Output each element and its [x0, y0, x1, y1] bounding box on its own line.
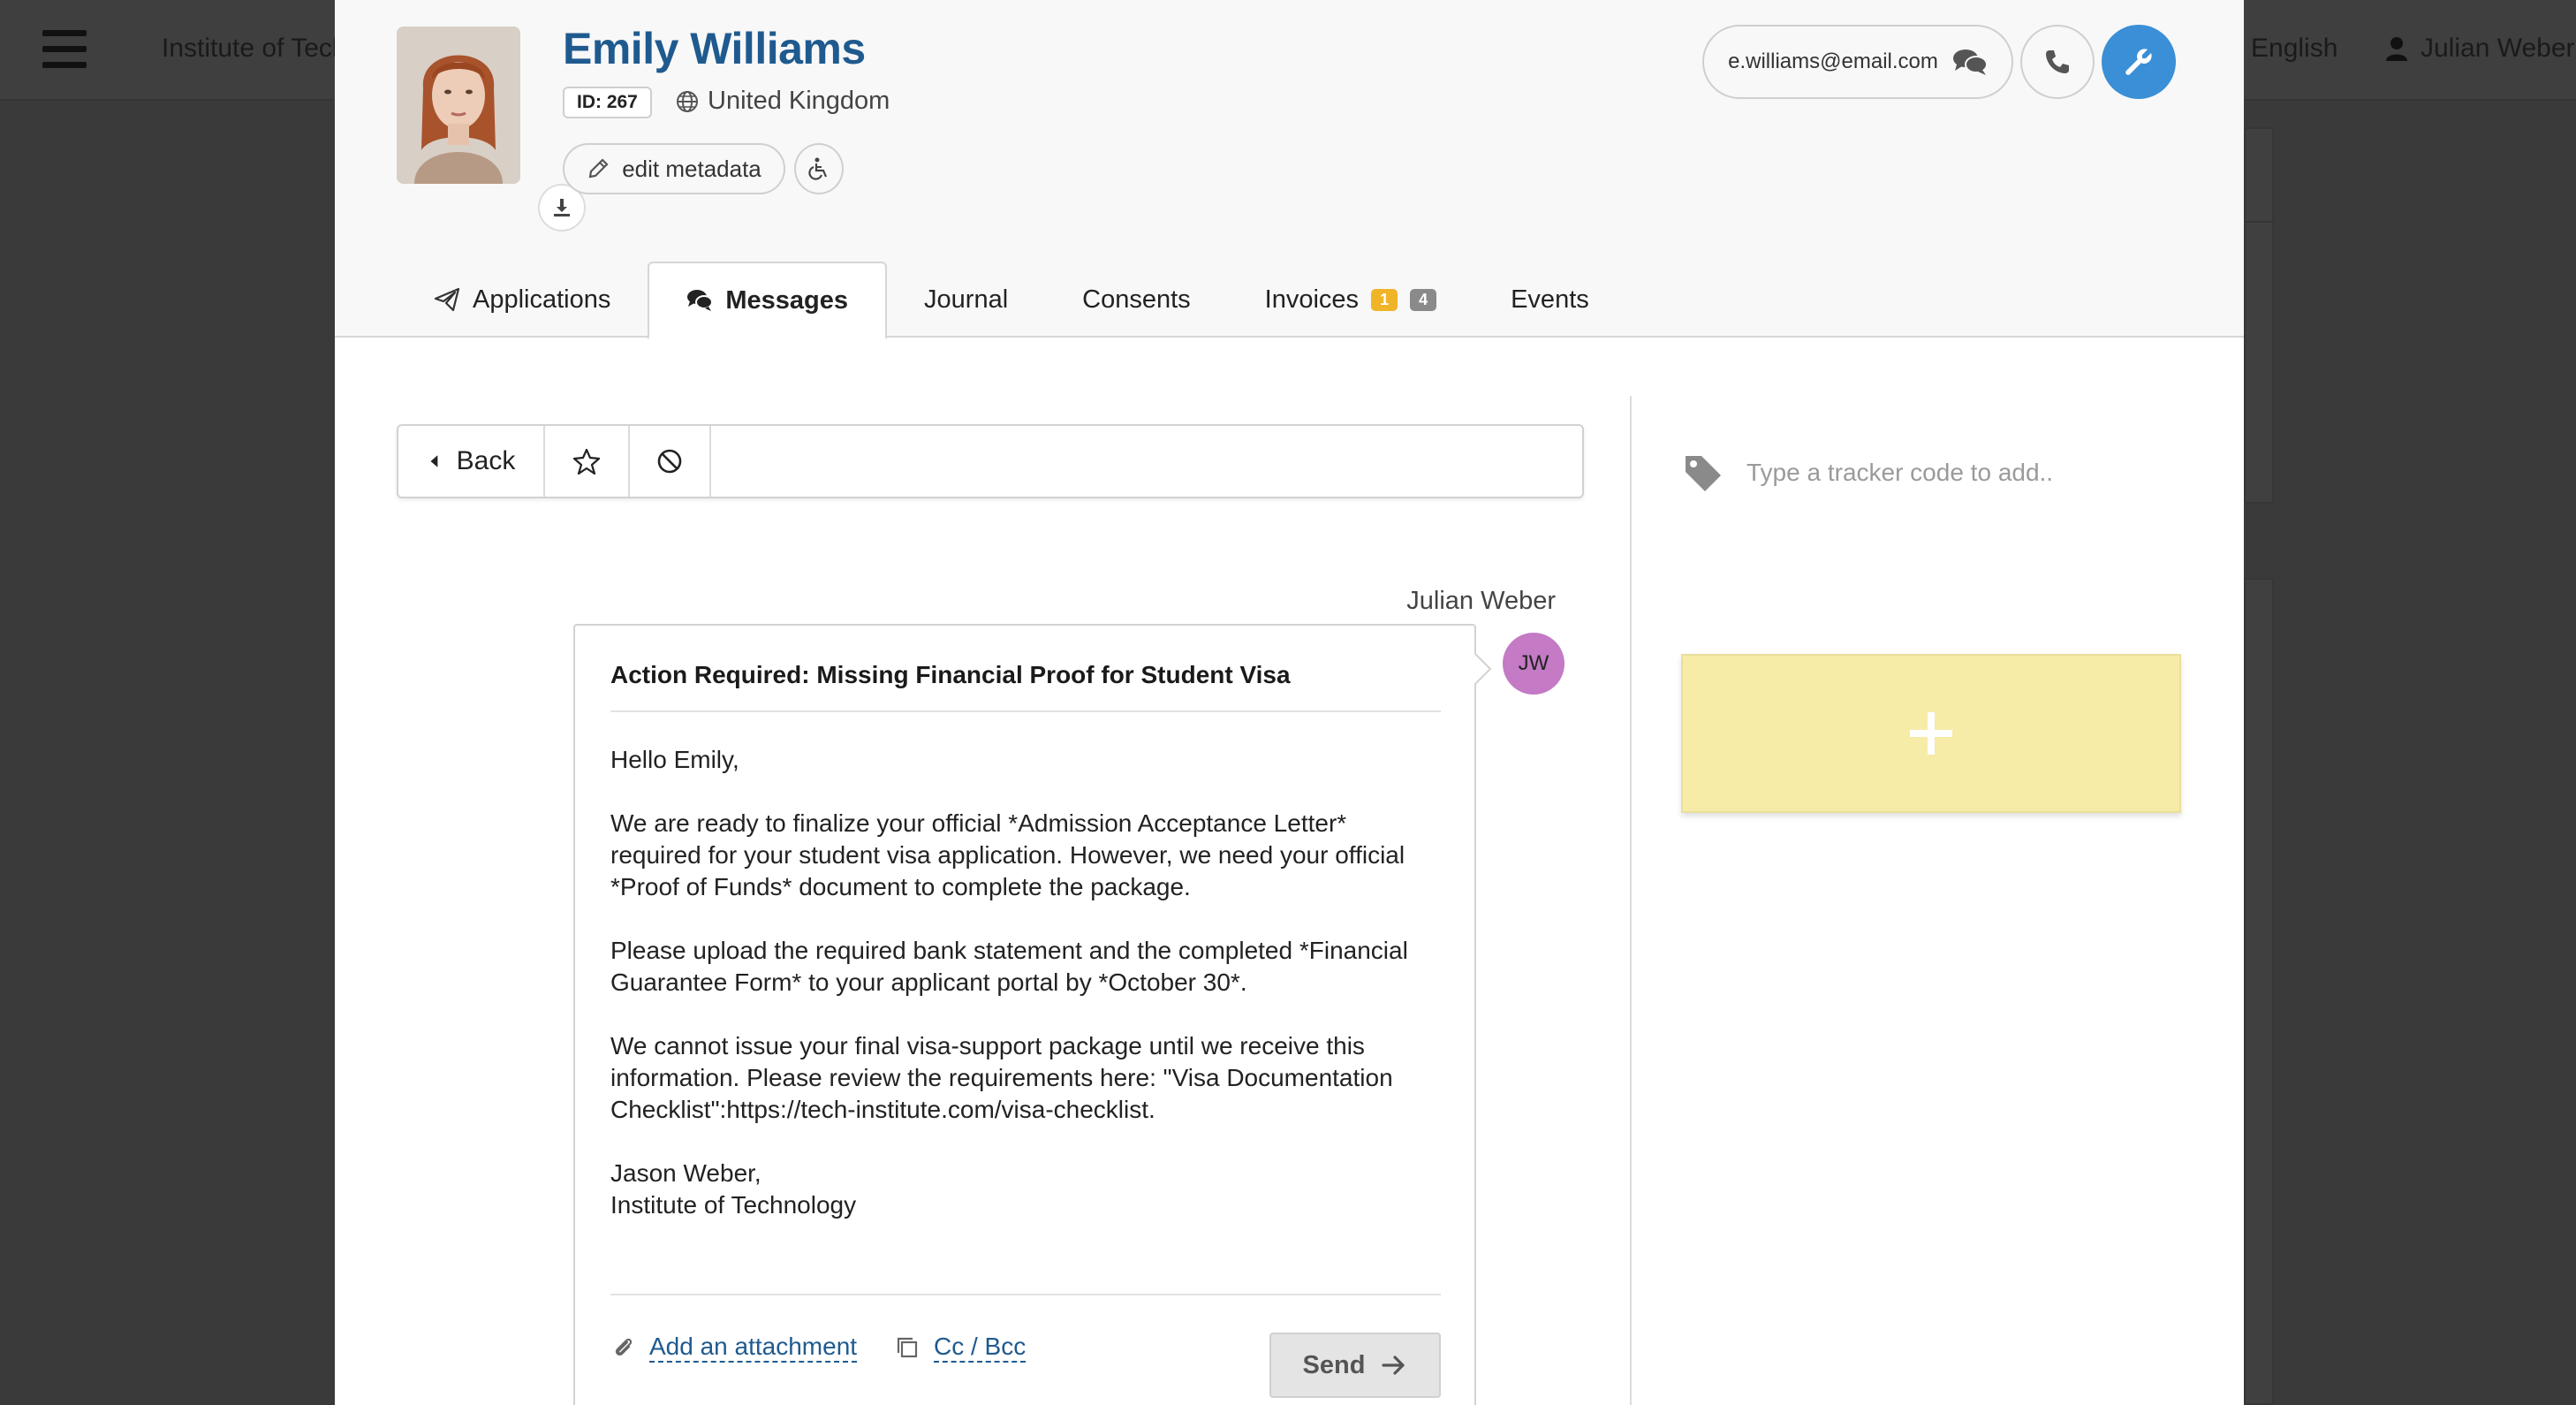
send-button[interactable]: Send [1269, 1333, 1441, 1398]
invoice-count-badge: 1 [1371, 288, 1398, 311]
invoice-count-badge: 4 [1410, 288, 1437, 311]
tab-label: Messages [725, 285, 849, 315]
edit-metadata-label: edit metadata [622, 155, 761, 182]
tracker-code-field [1683, 452, 2241, 493]
block-button[interactable] [630, 426, 711, 497]
hamburger-menu-icon [42, 30, 87, 69]
background-user: Julian Weber [2385, 34, 2575, 64]
paperclip-icon [615, 1338, 633, 1356]
background-user-name: Julian Weber [2421, 34, 2575, 63]
attachment-label: Add an attachment [649, 1333, 858, 1363]
message-paragraph: We cannot issue your final visa-support … [610, 1032, 1393, 1123]
phone-button[interactable] [2020, 25, 2095, 99]
avatar [397, 27, 520, 184]
add-attachment-link[interactable]: Add an attachment [610, 1333, 858, 1363]
divider [610, 1294, 1441, 1295]
signature-org: Institute of Technology [610, 1191, 857, 1219]
background-panel [2244, 127, 2274, 224]
pencil-icon [588, 158, 609, 178]
tab-events[interactable]: Events [1474, 262, 1626, 338]
tag-icon [1686, 456, 1721, 491]
profile-tabs: Applications Messages Journal Consents I… [397, 262, 1626, 339]
column-divider [1630, 396, 1632, 1405]
sender-avatar: JW [1503, 633, 1565, 695]
tab-label: Consents [1082, 285, 1191, 314]
wheelchair-icon [808, 157, 828, 180]
tab-consents[interactable]: Consents [1045, 262, 1228, 338]
email-address: e.williams@email.com [1728, 49, 1938, 73]
country-label: United Kingdom [708, 87, 890, 115]
download-icon [554, 199, 570, 216]
tab-applications[interactable]: Applications [397, 262, 648, 338]
message-card: Action Required: Missing Financial Proof… [573, 624, 1476, 1405]
paper-plane-icon [434, 287, 460, 312]
chat-bubbles-icon [1952, 49, 1988, 75]
tab-invoices[interactable]: Invoices 1 4 [1228, 262, 1474, 338]
message-sender: Julian Weber [1406, 587, 1556, 615]
phone-icon [2046, 50, 2069, 73]
plus-icon [1910, 712, 1952, 755]
background-institution-name: Institute of Tech [162, 34, 347, 63]
user-icon [2386, 37, 2407, 61]
message-toolbar: Back [397, 424, 1584, 498]
tab-label: Journal [924, 285, 1009, 314]
ban-icon [657, 449, 682, 474]
edit-metadata-button[interactable]: edit metadata [563, 143, 785, 194]
copy-icon [897, 1337, 918, 1358]
profile-header: Emily Williams ID: 267 United Kingdom ed… [335, 0, 2244, 339]
add-note-button[interactable] [1681, 654, 2181, 813]
message-subject: Action Required: Missing Financial Proof… [610, 661, 1441, 712]
message-body: Hello Emily, We are ready to finalize yo… [610, 744, 1441, 1221]
student-profile-modal: Emily Williams ID: 267 United Kingdom ed… [335, 0, 2244, 1405]
background-panel [2244, 578, 2274, 1405]
message-paragraph: Hello Emily, [610, 746, 739, 773]
cc-bcc-link[interactable]: Cc / Bcc [895, 1333, 1027, 1363]
student-name: Emily Williams [563, 24, 866, 73]
tab-label: Events [1511, 285, 1589, 314]
portrait-image [397, 27, 520, 184]
message-paragraph: Please upload the required bank statemen… [610, 937, 1408, 996]
arrow-right-icon [1382, 1356, 1405, 1375]
background-panel [2244, 221, 2274, 504]
back-button[interactable]: Back [398, 426, 545, 497]
back-label: Back [456, 446, 516, 475]
cc-bcc-label: Cc / Bcc [934, 1333, 1027, 1363]
tab-label: Invoices [1264, 285, 1360, 314]
student-id-badge: ID: 267 [563, 87, 652, 118]
accessibility-button[interactable] [794, 143, 844, 194]
tab-label: Applications [473, 285, 611, 314]
wrench-icon [2125, 49, 2152, 75]
student-country: United Kingdom [676, 87, 890, 116]
settings-wrench-button[interactable] [2102, 25, 2176, 99]
message-paragraph: We are ready to finalize your official *… [610, 809, 1405, 900]
tab-journal[interactable]: Journal [887, 262, 1045, 338]
star-button[interactable] [545, 426, 630, 497]
globe-icon [677, 90, 698, 112]
profile-photo [397, 27, 586, 232]
caret-left-icon [430, 455, 438, 467]
tracker-code-input[interactable] [1746, 459, 2241, 487]
email-contact-button[interactable]: e.williams@email.com [1702, 25, 2013, 99]
background-language: English [2251, 34, 2338, 63]
star-icon [572, 448, 601, 475]
send-label: Send [1302, 1350, 1366, 1379]
tab-messages[interactable]: Messages [648, 262, 888, 339]
signature-name: Jason Weber, [610, 1159, 761, 1187]
chat-bubbles-icon [687, 290, 714, 311]
